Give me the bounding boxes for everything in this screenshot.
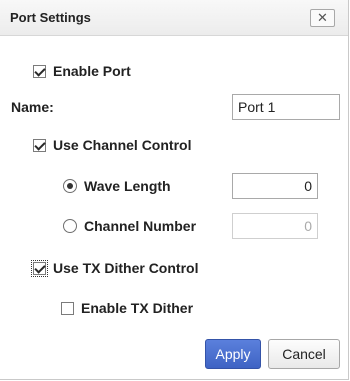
use-channel-control-row[interactable]: Use Channel Control: [33, 137, 191, 153]
use-channel-control-label: Use Channel Control: [53, 137, 192, 153]
enable-port-row[interactable]: Enable Port: [33, 63, 131, 79]
use-tx-dither-control-row[interactable]: Use TX Dither Control: [31, 259, 199, 277]
wave-length-row[interactable]: Wave Length: [63, 178, 171, 194]
close-button[interactable]: ✕: [310, 9, 335, 27]
name-field[interactable]: [232, 94, 340, 120]
enable-tx-dither-row[interactable]: Enable TX Dither: [61, 300, 193, 316]
use-channel-control-checkbox[interactable]: [33, 138, 46, 152]
close-icon: ✕: [317, 10, 328, 25]
channel-number-radio[interactable]: [63, 219, 77, 233]
name-row: Name:: [11, 99, 54, 115]
cancel-button[interactable]: Cancel: [268, 339, 340, 369]
wave-length-field[interactable]: [232, 173, 318, 199]
channel-number-label: Channel Number: [84, 218, 197, 234]
use-tx-dither-control-label: Use TX Dither Control: [53, 260, 199, 276]
enable-port-label: Enable Port: [53, 63, 131, 79]
enable-tx-dither-checkbox[interactable]: [61, 301, 74, 315]
enable-port-checkbox[interactable]: [33, 64, 46, 78]
dialog-titlebar: Port Settings ✕: [0, 0, 348, 36]
wave-length-label: Wave Length: [84, 178, 171, 194]
channel-number-field[interactable]: [232, 213, 318, 239]
use-tx-dither-control-checkbox[interactable]: [31, 259, 48, 277]
name-label: Name:: [11, 99, 54, 115]
apply-button[interactable]: Apply: [205, 339, 261, 369]
wave-length-radio[interactable]: [63, 179, 77, 193]
dialog-title: Port Settings: [10, 10, 91, 25]
port-settings-dialog: Port Settings ✕ Enable Port Name: Use Ch…: [0, 0, 349, 380]
channel-number-row[interactable]: Channel Number: [63, 218, 196, 234]
enable-tx-dither-label: Enable TX Dither: [81, 300, 194, 316]
